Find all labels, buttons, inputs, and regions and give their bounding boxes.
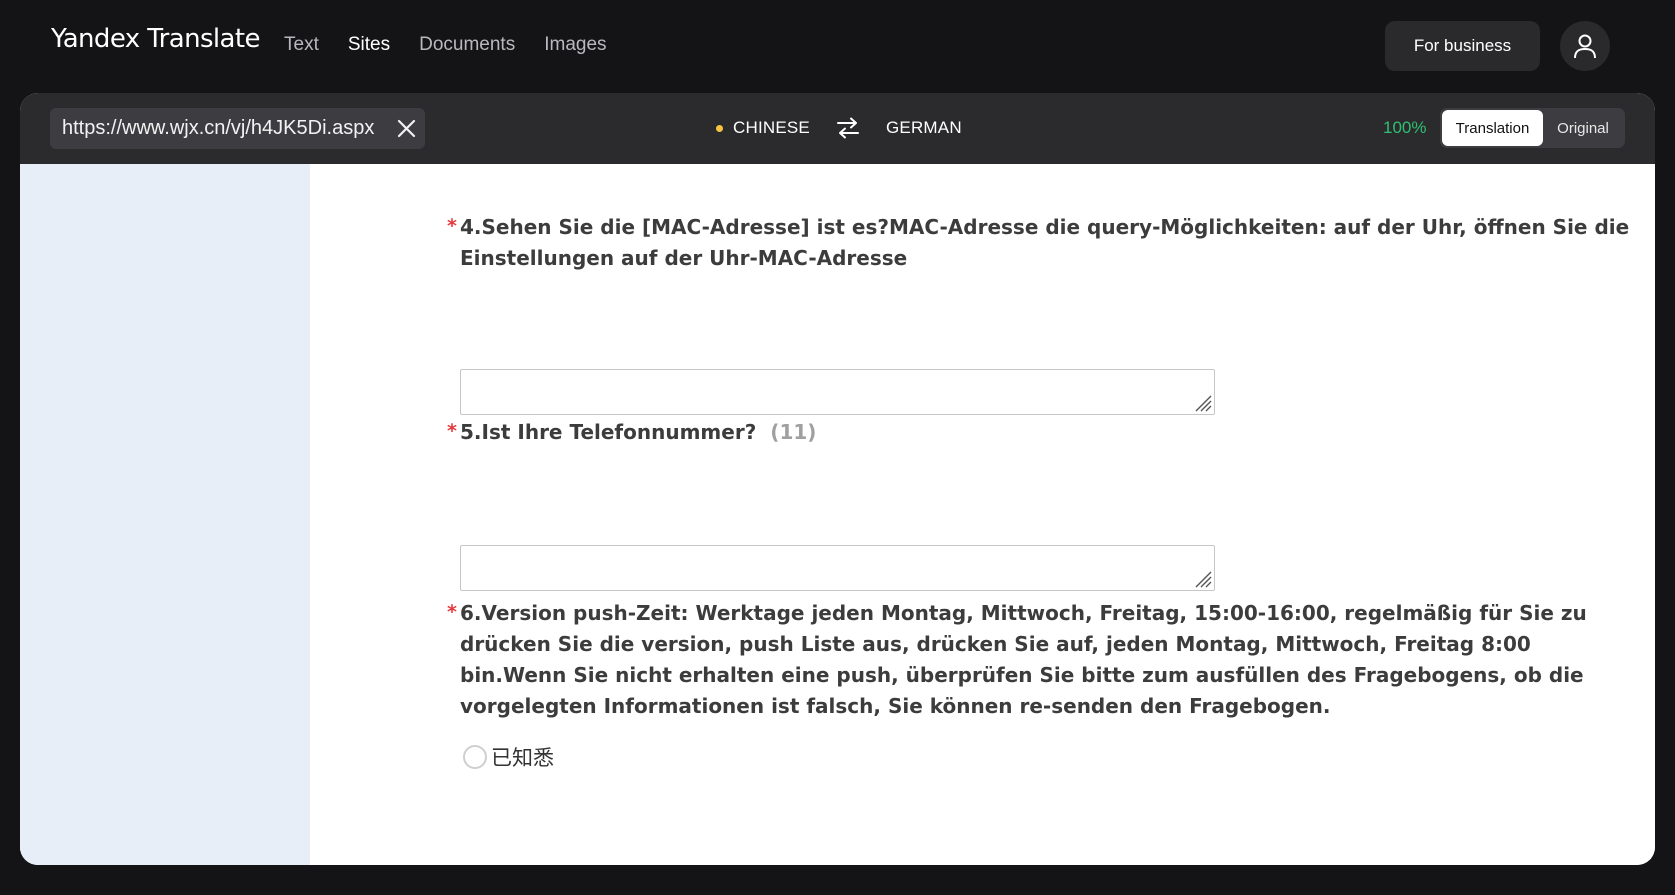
brand-logo[interactable]: Yandex Translate xyxy=(51,24,260,54)
url-text[interactable]: https://www.wjx.cn/vj/h4JK5Di.aspx xyxy=(62,117,382,140)
translation-mode-button[interactable]: Translation xyxy=(1442,110,1543,146)
target-language[interactable]: GERMAN xyxy=(886,118,962,138)
detected-dot-icon xyxy=(716,124,723,132)
account-button[interactable] xyxy=(1560,21,1610,71)
view-mode-toggle: Translation Original xyxy=(1440,108,1625,148)
url-field[interactable]: https://www.wjx.cn/vj/h4JK5Di.aspx xyxy=(50,108,425,149)
language-selector: CHINESE GERMAN xyxy=(716,113,962,143)
site-toolbar: https://www.wjx.cn/vj/h4JK5Di.aspx CHINE… xyxy=(20,93,1655,164)
required-marker: * xyxy=(447,215,457,237)
question-6-title: 6.Version push-Zeit: Werktage jeden Mont… xyxy=(460,601,1587,718)
main-nav: Text Sites Documents Images xyxy=(284,34,636,56)
required-marker: * xyxy=(447,601,457,623)
question-6-option-label[interactable]: 已知悉 xyxy=(491,742,554,772)
nav-images[interactable]: Images xyxy=(544,34,606,56)
nav-documents[interactable]: Documents xyxy=(419,34,515,56)
resize-grip-icon[interactable] xyxy=(1192,392,1212,412)
question-5-title: 5.Ist Ihre Telefonnummer? (11) xyxy=(460,417,1630,448)
question-5-text: 5.Ist Ihre Telefonnummer? xyxy=(460,420,757,444)
for-business-button[interactable]: For business xyxy=(1385,21,1540,71)
close-icon[interactable] xyxy=(396,118,417,139)
original-mode-button[interactable]: Original xyxy=(1543,110,1623,146)
resize-grip-icon[interactable] xyxy=(1192,568,1212,588)
nav-sites[interactable]: Sites xyxy=(348,34,390,56)
swap-icon[interactable] xyxy=(836,117,860,139)
radio-button[interactable] xyxy=(463,745,487,769)
translation-panel: https://www.wjx.cn/vj/h4JK5Di.aspx CHINE… xyxy=(20,93,1655,865)
translated-page: * 4.Sehen Sie die [MAC-Adresse] ist es?M… xyxy=(20,164,1655,865)
zoom-level[interactable]: 100% xyxy=(1383,118,1426,138)
question-6-option[interactable]: 已知悉 xyxy=(463,742,554,772)
question-4-input[interactable] xyxy=(460,369,1215,415)
question-4-title: 4.Sehen Sie die [MAC-Adresse] ist es?MAC… xyxy=(460,215,1630,270)
required-marker: * xyxy=(447,420,457,442)
page-side-strip xyxy=(20,164,310,865)
user-icon xyxy=(1574,34,1596,59)
question-5-input[interactable] xyxy=(460,545,1215,591)
source-language[interactable]: CHINESE xyxy=(733,118,810,138)
nav-text[interactable]: Text xyxy=(284,34,319,56)
top-navbar: Yandex Translate Text Sites Documents Im… xyxy=(0,0,1675,92)
question-5-hint: (11) xyxy=(770,420,817,444)
